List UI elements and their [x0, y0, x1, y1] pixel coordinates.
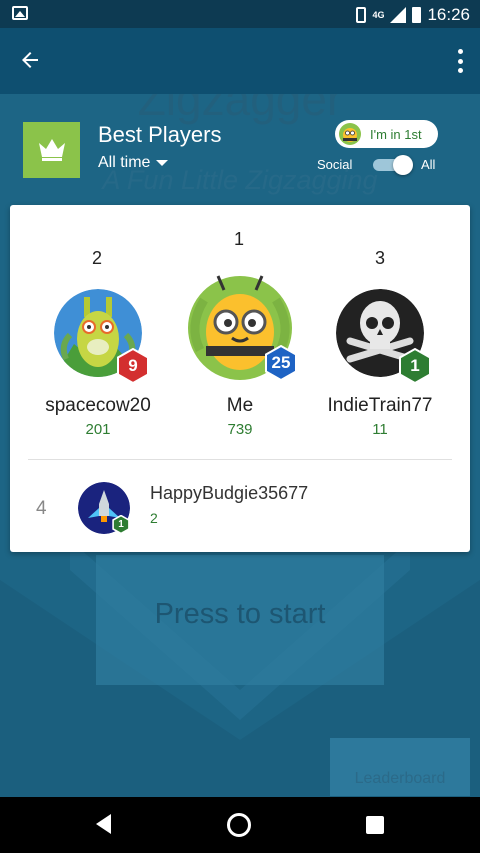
- level-badge: 1: [112, 515, 130, 534]
- leaderboard-card: 2 9 spacecow20 201 1 25 Me 739 3 1 Indie…: [10, 205, 470, 552]
- level-badge: 9: [116, 348, 150, 384]
- toggle-all-label: All: [421, 157, 436, 172]
- back-arrow-icon[interactable]: [18, 48, 46, 76]
- player-score: 201: [85, 421, 111, 438]
- player-name: spacecow20: [45, 395, 151, 416]
- leaderboard-icon: [23, 122, 80, 178]
- level-value: 25: [271, 353, 291, 372]
- nav-recents-icon[interactable]: [366, 816, 384, 834]
- list-player-score: 2: [150, 510, 158, 526]
- signal-icon: [390, 7, 407, 23]
- level-value: 1: [118, 518, 124, 530]
- leaderboard-label: Leaderboard: [354, 770, 446, 787]
- player-name: IndieTrain77: [327, 395, 433, 416]
- status-bar: 4G 16:26: [0, 0, 480, 28]
- clock: 16:26: [427, 5, 470, 24]
- nav-back-icon[interactable]: [96, 814, 111, 834]
- time-filter-label: All time: [98, 154, 151, 171]
- crown-icon: [38, 139, 65, 161]
- time-filter-dropdown[interactable]: All time: [98, 154, 169, 172]
- image-notification-icon: [12, 6, 28, 20]
- toggle-social-label: Social: [317, 157, 353, 172]
- network-type: 4G: [372, 10, 385, 20]
- list-player-name: HappyBudgie35677: [150, 483, 309, 503]
- level-badge: 25: [264, 345, 298, 381]
- start-label: Press to start: [154, 598, 326, 630]
- more-options-icon[interactable]: [456, 49, 464, 73]
- podium-rank: 1: [234, 229, 245, 249]
- battery-icon: [412, 7, 422, 23]
- rank-chip-label: I'm in 1st: [370, 126, 422, 142]
- nav-home-icon[interactable]: [227, 813, 251, 837]
- leaderboard-title: Best Players: [98, 122, 222, 147]
- player-score: 11: [372, 421, 388, 438]
- list-rank: 4: [36, 498, 47, 519]
- bee-avatar-icon: [339, 123, 361, 145]
- podium-rank: 3: [375, 248, 386, 268]
- divider: [28, 459, 452, 460]
- level-value: 1: [410, 356, 420, 375]
- status-icons: 4G 16:26: [356, 5, 470, 25]
- player-name: Me: [226, 395, 254, 416]
- system-nav-bar: [0, 797, 480, 853]
- app-bar: [0, 28, 480, 94]
- podium-rank: 2: [92, 248, 103, 268]
- social-all-toggle[interactable]: [373, 155, 413, 175]
- vibrate-icon: [356, 7, 367, 23]
- rank-chip[interactable]: I'm in 1st: [335, 120, 438, 148]
- player-score: 739: [227, 421, 253, 438]
- caret-down-icon: [156, 160, 169, 166]
- level-badge: 1: [398, 348, 432, 384]
- level-value: 9: [128, 356, 138, 375]
